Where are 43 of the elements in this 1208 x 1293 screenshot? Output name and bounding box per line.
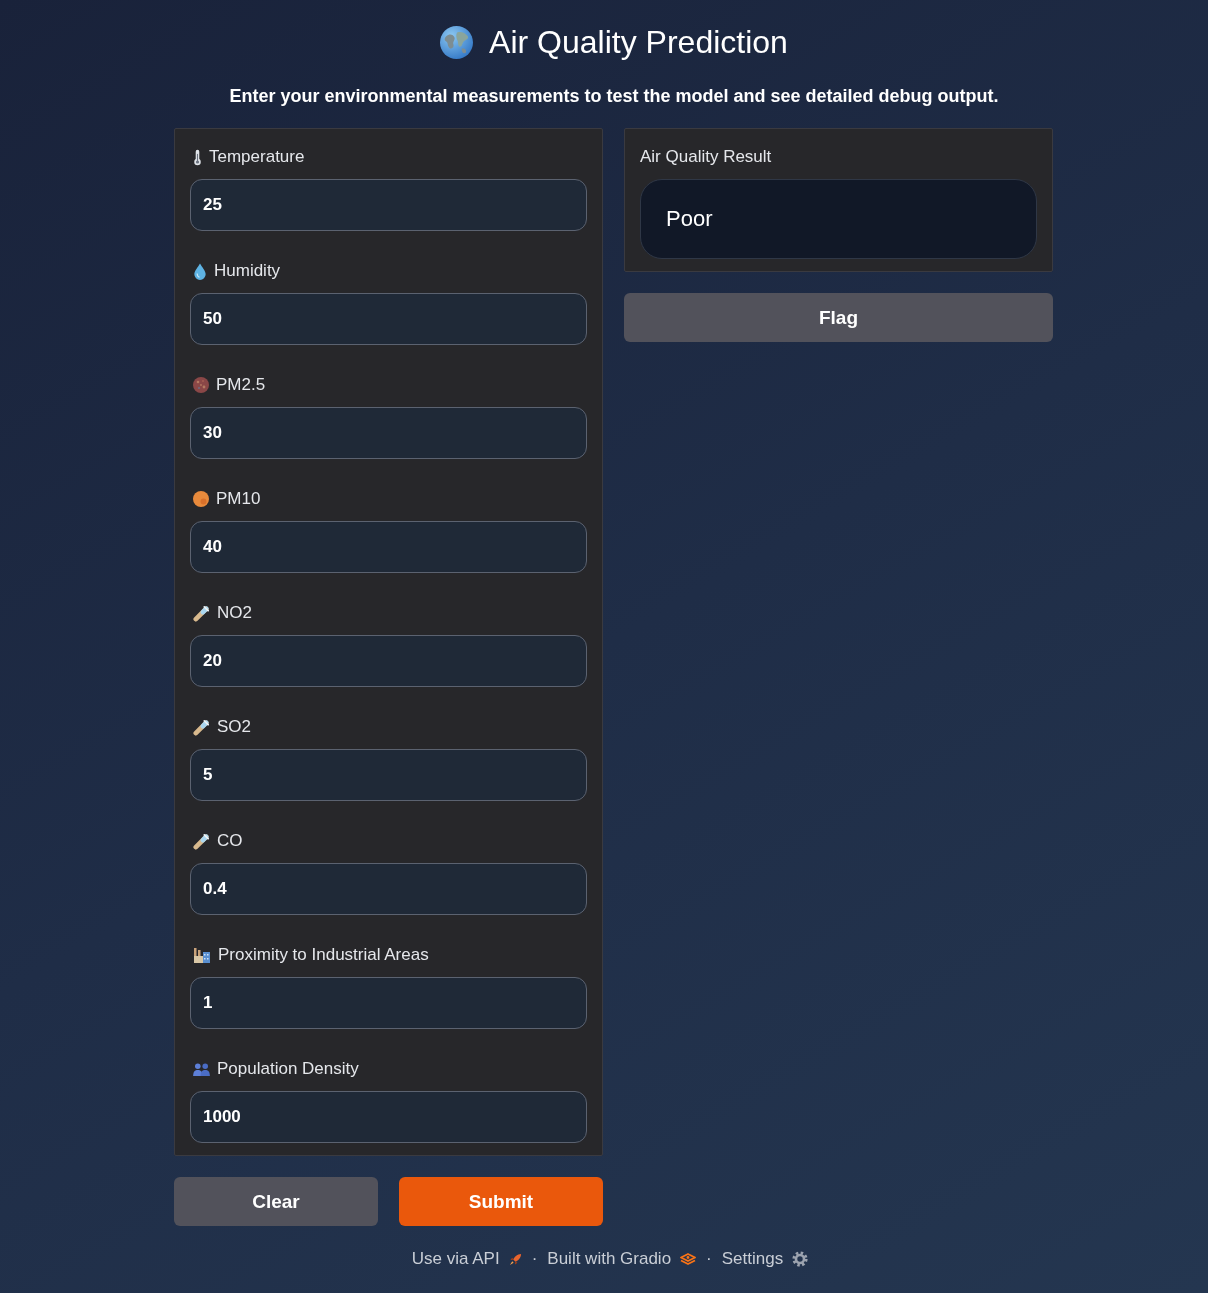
field-label: CO: [217, 830, 243, 852]
test-tube-icon: [193, 604, 210, 622]
rocket-icon: [508, 1252, 522, 1266]
globe-icon: [440, 25, 474, 59]
input-field[interactable]: 0.4: [190, 863, 587, 915]
clear-button[interactable]: Clear: [174, 1177, 378, 1226]
footer-separator: ·: [706, 1248, 712, 1270]
input-field[interactable]: 40: [190, 521, 587, 573]
field-label: PM2.5: [216, 374, 266, 396]
field-label: Temperature: [209, 146, 305, 168]
input-field[interactable]: 50: [190, 293, 587, 345]
input-field[interactable]: 5: [190, 749, 587, 801]
field-label: PM10: [216, 488, 261, 510]
input-field[interactable]: 1: [190, 977, 587, 1029]
field-label: NO2: [217, 602, 252, 624]
gradio-link[interactable]: Built with Gradio: [547, 1248, 697, 1270]
api-link[interactable]: Use via API: [411, 1248, 522, 1270]
settings-link[interactable]: Settings: [721, 1248, 809, 1270]
thermometer-icon: [193, 148, 202, 166]
result-label: Air Quality Result: [640, 146, 773, 168]
droplet-icon: [193, 262, 207, 280]
circle-icon: [193, 491, 209, 507]
field-label: Proximity to Industrial Areas: [218, 944, 429, 966]
page-title: Air Quality Prediction: [489, 23, 788, 62]
field-label: SO2: [217, 716, 252, 738]
result-output: Poor: [640, 179, 1037, 259]
page-subtitle: Enter your environmental measurements to test the model and see detailed debug output.: [229, 85, 999, 108]
logo-icon: [680, 1253, 697, 1265]
settings-icon: [792, 1251, 809, 1267]
textured-circle-icon: [193, 377, 209, 393]
flag-button[interactable]: Flag: [624, 293, 1053, 342]
field-label: Humidity: [214, 260, 281, 282]
test-tube-icon: [193, 718, 210, 736]
input-field[interactable]: 25: [190, 179, 587, 231]
test-tube-icon: [193, 832, 210, 850]
submit-button[interactable]: Submit: [399, 1177, 603, 1226]
field-label: Population Density: [217, 1058, 359, 1080]
input-field[interactable]: 1000: [190, 1091, 587, 1143]
people-icon: [193, 1062, 210, 1076]
footer-separator: ·: [531, 1248, 538, 1270]
input-field[interactable]: 30: [190, 407, 587, 459]
factory-icon: [193, 947, 211, 963]
input-field[interactable]: 20: [190, 635, 587, 687]
